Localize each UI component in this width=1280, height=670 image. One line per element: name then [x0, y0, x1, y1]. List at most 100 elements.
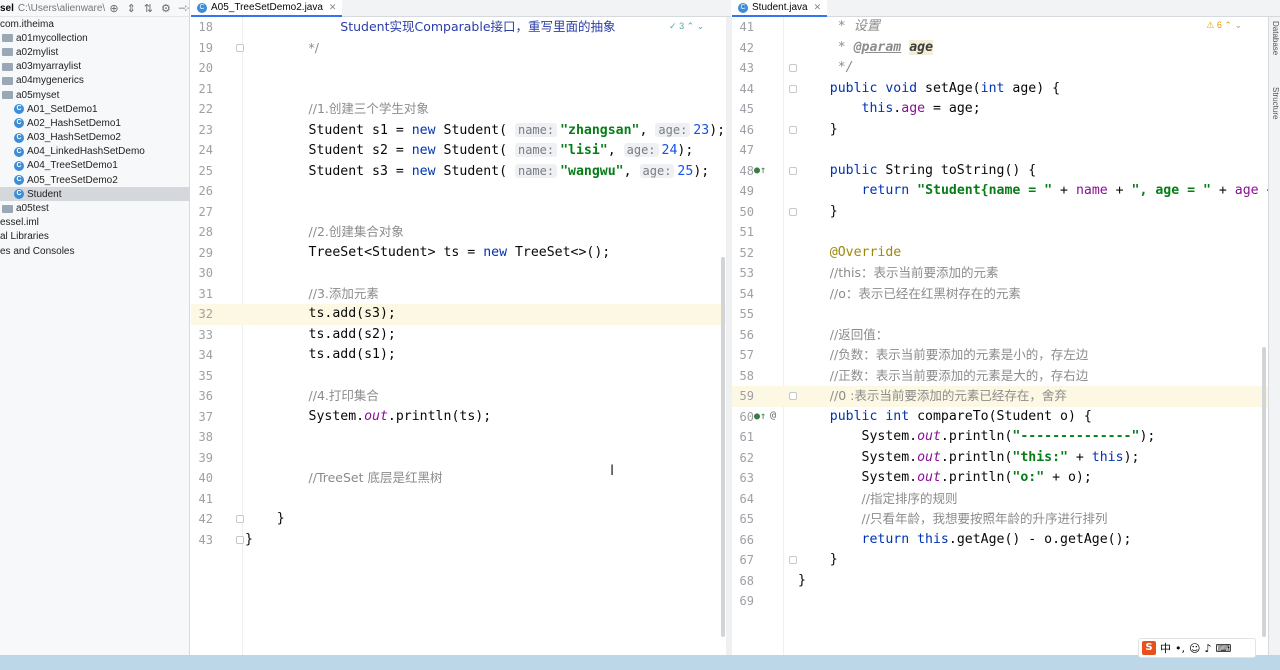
close-icon[interactable]: ✕ [329, 2, 337, 13]
tree-item[interactable]: a01mycollection [0, 31, 189, 45]
tree-item[interactable]: C A05_TreeSetDemo2 [0, 173, 189, 187]
fold-icon[interactable] [789, 84, 797, 93]
code-line[interactable]: 64 //指定排序的规则 [732, 489, 1268, 510]
code-line[interactable]: 65 //只看年龄，我想要按照年龄的升序进行排列 [732, 509, 1268, 530]
implements-icon[interactable]: ●↑ [754, 411, 766, 422]
collapse-icon[interactable]: ⇕ [127, 2, 136, 15]
expand-icon[interactable]: ⇅ [144, 2, 153, 15]
code-line[interactable]: 63 System.out.println("o:" + o); [732, 468, 1268, 489]
code-line[interactable]: 20 [191, 58, 726, 79]
code-line[interactable]: 58 //正数：表示当前要添加的元素是大的，存右边 [732, 366, 1268, 387]
override-icon[interactable]: ●↑ [754, 165, 766, 176]
right-code-editor[interactable]: 41 * 设置 42 * @param age 43 */44 public voi… [732, 17, 1268, 655]
tree-item[interactable]: C A04_TreeSetDemo1 [0, 159, 189, 173]
inspection-widget[interactable]: ✓ 3 ⌃ ⌄ [669, 21, 704, 32]
code-line[interactable]: 61 System.out.println("--------------"); [732, 427, 1268, 448]
tab-a05-treesetdemo2[interactable]: C A05_TreeSetDemo2.java ✕ [191, 0, 343, 17]
code-line[interactable]: 40 //TreeSet 底层是红黑树 [191, 468, 726, 489]
tree-item[interactable]: a05myset [0, 88, 189, 102]
fold-icon[interactable] [236, 515, 244, 523]
fold-icon[interactable] [789, 64, 797, 72]
ime-toolbar[interactable]: S 中 •, ☺ ♪ ⌨ [1138, 638, 1256, 658]
code-line[interactable]: 34 ts.add(s1); [191, 345, 726, 366]
right-scrollbar[interactable] [1262, 347, 1266, 637]
code-line[interactable]: 22 //1.创建三个学生对象 [191, 99, 726, 120]
tree-item[interactable]: com.itheima [0, 17, 189, 31]
code-line[interactable]: 51 [732, 222, 1268, 243]
fold-icon[interactable] [789, 207, 797, 216]
keyboard-icon[interactable]: ⌨ [1216, 642, 1232, 655]
emoji-icon[interactable]: ☺ [1189, 642, 1200, 655]
inspection-widget[interactable]: ⚠ 6 ⌃ ⌄ [1206, 20, 1242, 31]
code-line[interactable]: 59 //0 :表示当前要添加的元素已经存在，舍弃 [732, 386, 1268, 407]
mic-icon[interactable]: ♪ [1204, 642, 1211, 655]
tree-item[interactable]: C A01_SetDemo1 [0, 102, 189, 116]
code-line[interactable]: 35 [191, 366, 726, 387]
tree-item[interactable]: al Libraries [0, 230, 189, 244]
code-line[interactable]: 33 ts.add(s2); [191, 325, 726, 346]
gear-icon[interactable]: ⚙ [161, 2, 171, 15]
annotation-icon[interactable]: @ [770, 410, 776, 421]
code-line[interactable]: 57 //负数：表示当前要添加的元素是小的，存左边 [732, 345, 1268, 366]
chevron-down-icon[interactable]: ⌄ [697, 21, 705, 31]
code-line[interactable]: 55 [732, 304, 1268, 325]
code-line[interactable]: 43} [191, 530, 726, 551]
code-line[interactable]: 31 //3.添加元素 [191, 284, 726, 305]
punctuation-icon[interactable]: •, [1175, 642, 1185, 655]
code-line[interactable]: 60 public int compareTo(Student o) { [732, 407, 1268, 428]
left-scrollbar[interactable] [721, 257, 725, 637]
code-line[interactable]: 43 */ [732, 58, 1268, 79]
tab-student[interactable]: C Student.java ✕ [732, 0, 828, 17]
code-line[interactable]: 41 * 设置 [732, 17, 1268, 38]
code-line[interactable]: 49 return "Student{name = " + name + ", … [732, 181, 1268, 202]
tree-item[interactable]: a03myarraylist [0, 60, 189, 74]
code-line[interactable]: 27 [191, 202, 726, 223]
code-line[interactable]: 41 [191, 489, 726, 510]
code-line[interactable]: 47 [732, 140, 1268, 161]
code-line[interactable]: 50 } [732, 202, 1268, 223]
left-code-editor[interactable]: 18 Student实现Comparable接口，重写里面的抽象 19 */20 2… [191, 17, 726, 655]
fold-icon[interactable] [789, 392, 797, 400]
code-line[interactable]: 62 System.out.println("this:" + this); [732, 448, 1268, 469]
code-line[interactable]: 42 * @param age [732, 38, 1268, 59]
tree-item[interactable]: es and Consoles [0, 244, 189, 258]
code-line[interactable]: 24 Student s2 = new Student( name: "lisi"… [191, 140, 726, 161]
code-line[interactable]: 38 [191, 427, 726, 448]
fold-icon[interactable] [789, 556, 797, 564]
code-line[interactable]: 69 [732, 591, 1268, 612]
tree-item[interactable]: a05test [0, 201, 189, 215]
close-icon[interactable]: ✕ [814, 2, 822, 13]
tree-item[interactable]: C Student [0, 187, 189, 202]
code-line[interactable]: 53 //this：表示当前要添加的元素 [732, 263, 1268, 284]
code-line[interactable]: 21 [191, 79, 726, 100]
ime-language[interactable]: 中 [1160, 640, 1171, 656]
code-line[interactable]: 37 System.out.println(ts); [191, 407, 726, 428]
code-line[interactable]: 66 return this.getAge() - o.getAge(); [732, 530, 1268, 551]
tree-item[interactable]: a02mylist [0, 45, 189, 59]
tree-item[interactable]: C A03_HashSetDemo2 [0, 131, 189, 145]
code-line[interactable]: 30 [191, 263, 726, 284]
fold-icon[interactable] [789, 166, 797, 175]
code-line[interactable]: 68} [732, 571, 1268, 592]
tree-item[interactable]: C A02_HashSetDemo1 [0, 116, 189, 130]
code-line[interactable]: 25 Student s3 = new Student( name: "wangw… [191, 161, 726, 182]
code-line[interactable]: 19 */ [191, 38, 726, 59]
chevron-down-icon[interactable]: ⌄ [1234, 20, 1242, 30]
fold-icon[interactable] [236, 535, 244, 544]
code-line[interactable]: 23 Student s1 = new Student( name: "zhang… [191, 120, 726, 141]
minimize-icon[interactable]: – [179, 2, 185, 15]
locate-icon[interactable]: ⊕ [109, 2, 118, 15]
database-panel-tab[interactable]: Database [1271, 21, 1280, 55]
code-line[interactable]: 32 ts.add(s3); [191, 304, 726, 325]
code-line[interactable]: 46 } [732, 120, 1268, 141]
code-line[interactable]: 44 public void setAge(int age) { [732, 79, 1268, 100]
code-line[interactable]: 28 //2.创建集合对象 [191, 222, 726, 243]
structure-panel-tab[interactable]: Structure [1271, 87, 1280, 119]
code-line[interactable]: 45 this.age = age; [732, 99, 1268, 120]
code-line[interactable]: 29 TreeSet<Student> ts = new TreeSet<>()… [191, 243, 726, 264]
tree-item[interactable]: C A04_LinkedHashSetDemo [0, 145, 189, 159]
code-line[interactable]: 56 //返回值： [732, 325, 1268, 346]
fold-icon[interactable] [789, 125, 797, 134]
code-line[interactable]: 26 [191, 181, 726, 202]
code-line[interactable]: 67 } [732, 550, 1268, 571]
